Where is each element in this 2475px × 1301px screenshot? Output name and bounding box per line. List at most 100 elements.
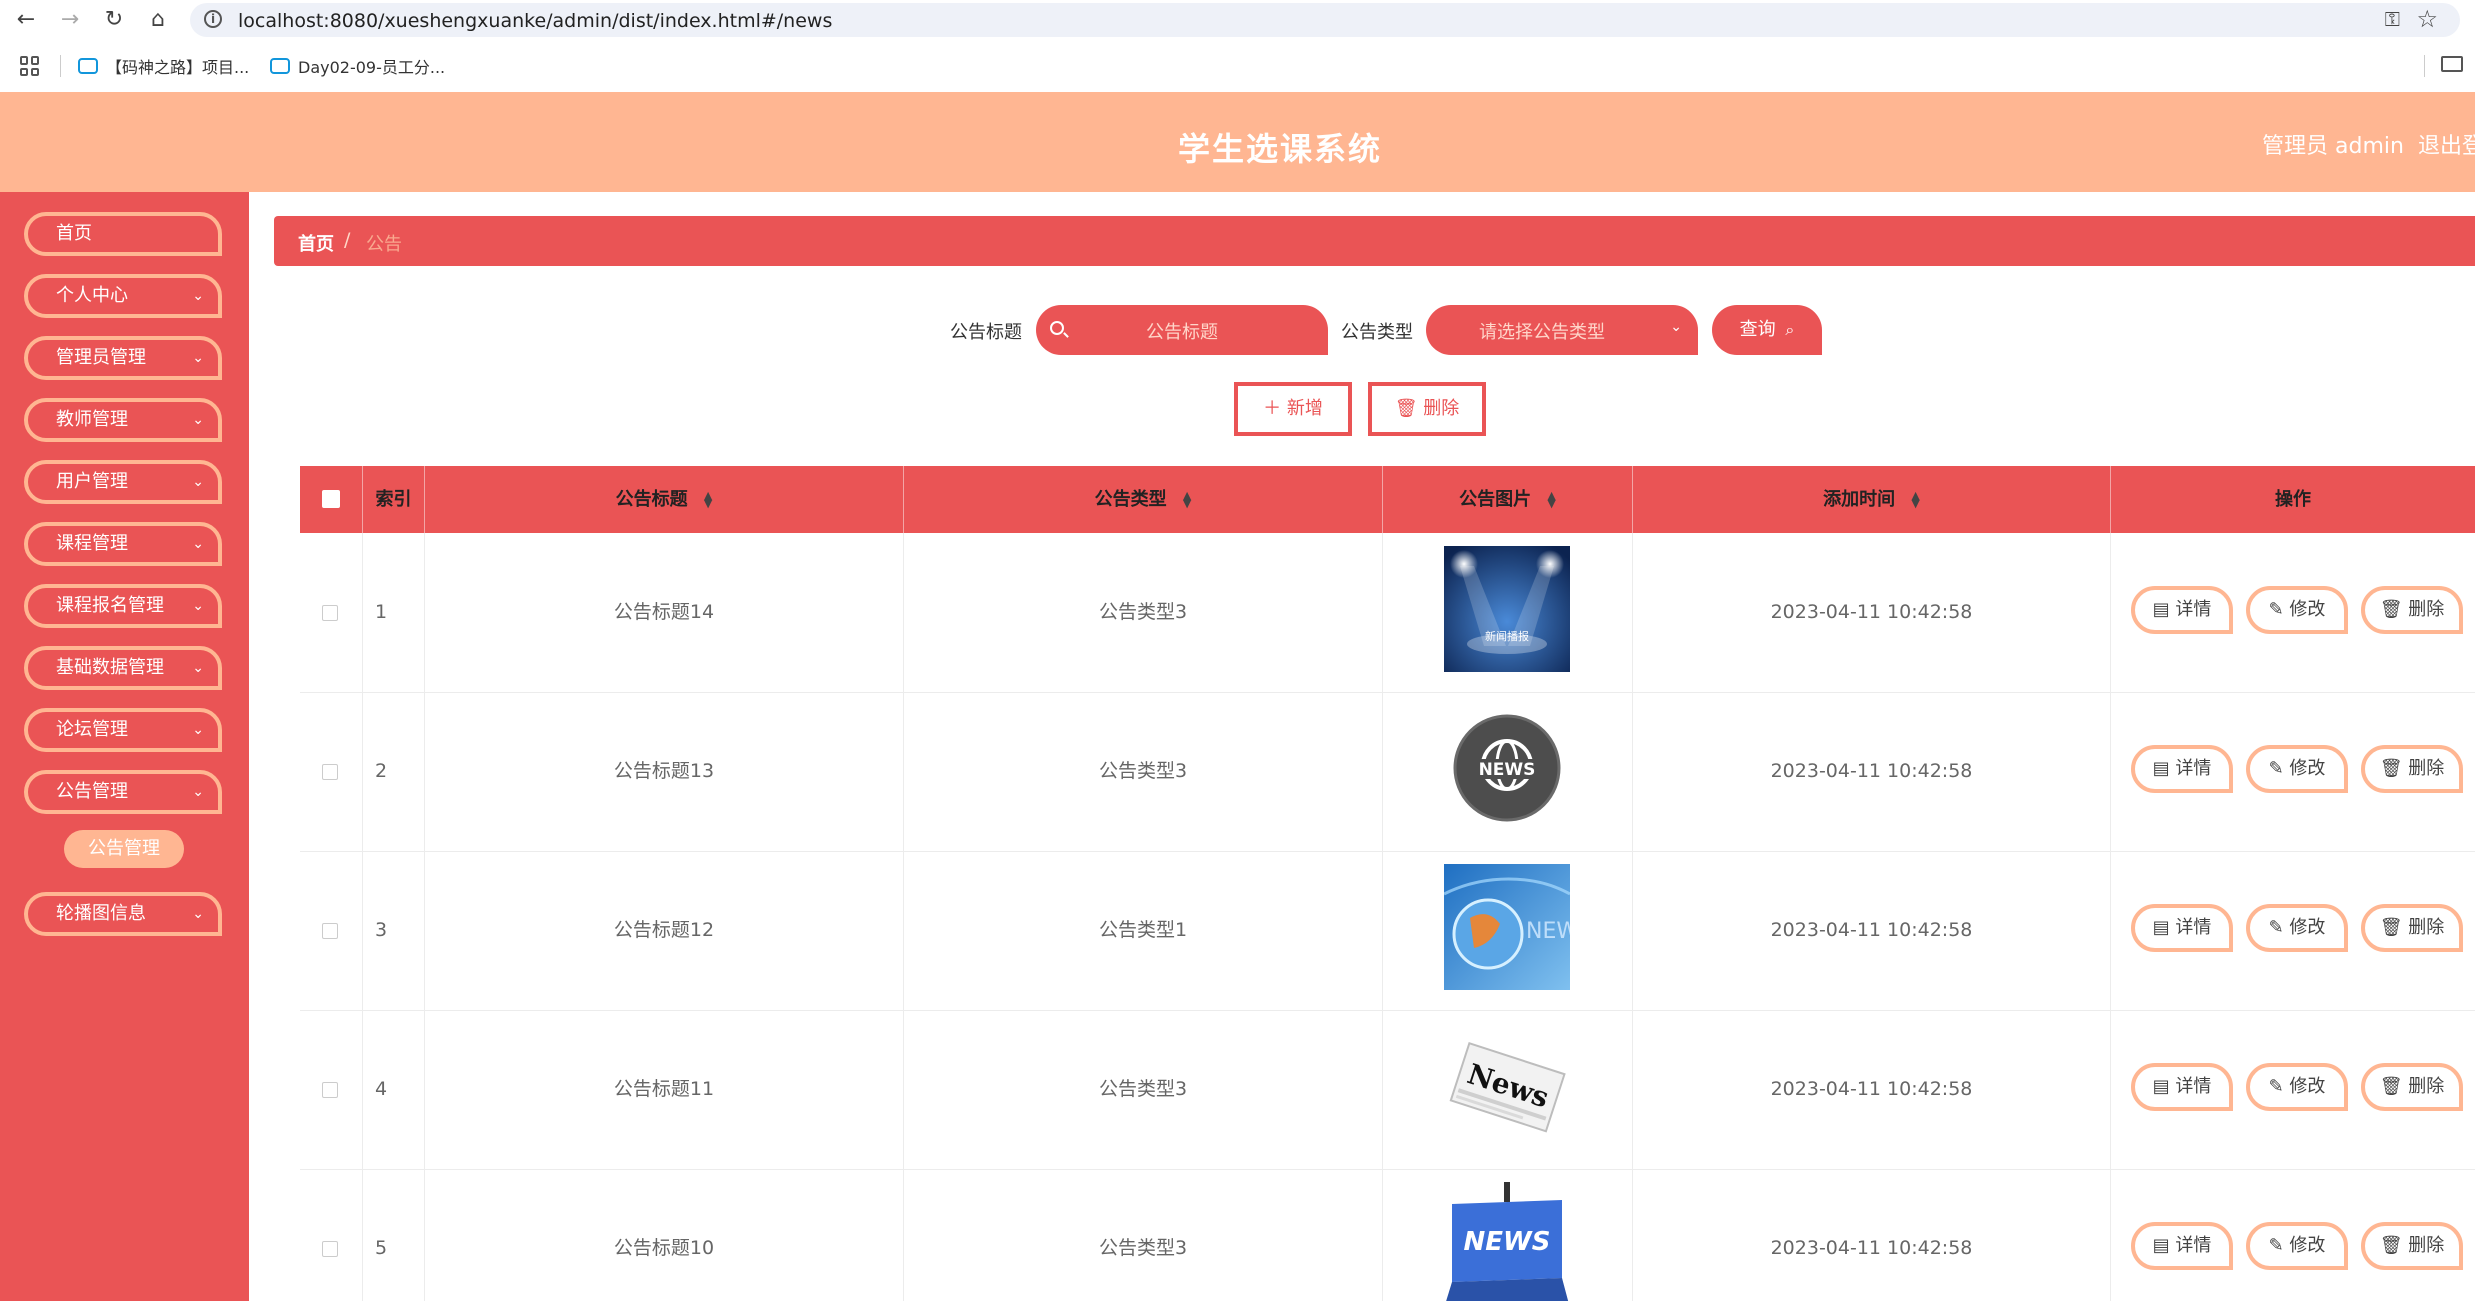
- image-caption: NEWS: [1479, 760, 1536, 780]
- sort-icon[interactable]: ▲ ▼: [704, 490, 712, 509]
- breadcrumb-home[interactable]: 首页: [298, 230, 334, 256]
- sidebar-item-courses[interactable]: 课程管理 ⌄: [24, 522, 222, 566]
- edit-button[interactable]: ✎ 修改: [2246, 1222, 2348, 1270]
- edit-icon: ✎: [2268, 1076, 2284, 1097]
- delete-button[interactable]: 🗑 删除: [2361, 1222, 2463, 1270]
- document-icon: ▤: [2152, 599, 2170, 620]
- edit-button[interactable]: ✎ 修改: [2246, 586, 2348, 634]
- sidebar-item-label: 课程管理: [56, 533, 128, 554]
- sidebar-item-teachers[interactable]: 教师管理 ⌄: [24, 398, 222, 442]
- sidebar-subitem-announcements[interactable]: 公告管理: [64, 830, 184, 868]
- detail-label: 详情: [2175, 1076, 2212, 1097]
- batch-delete-button[interactable]: 🗑 删除: [1368, 382, 1486, 436]
- site-info-icon[interactable]: i: [204, 10, 222, 28]
- column-header-label: 添加时间: [1823, 489, 1896, 510]
- column-header-label: 公告类型: [1094, 489, 1167, 510]
- sidebar-item-basic-data[interactable]: 基础数据管理 ⌄: [24, 646, 222, 690]
- apps-grid-icon[interactable]: [20, 56, 40, 76]
- detail-button[interactable]: ▤ 详情: [2131, 586, 2233, 634]
- sidebar-item-forum[interactable]: 论坛管理 ⌄: [24, 708, 222, 752]
- delete-button[interactable]: 🗑 删除: [2361, 904, 2463, 952]
- detail-button[interactable]: ▤ 详情: [2131, 1222, 2233, 1270]
- sidebar-item-admins[interactable]: 管理员管理 ⌄: [24, 336, 222, 380]
- reload-icon[interactable]: ↻: [100, 6, 128, 34]
- row-checkbox[interactable]: [322, 923, 338, 939]
- sidebar-item-label: 个人中心: [56, 285, 128, 306]
- index-cell: 5: [363, 1169, 425, 1301]
- type-cell: 公告类型3: [904, 692, 1383, 851]
- detail-button[interactable]: ▤ 详情: [2131, 1063, 2233, 1111]
- add-button[interactable]: ＋ 新增: [1234, 382, 1352, 436]
- edit-button[interactable]: ✎ 修改: [2246, 745, 2348, 793]
- back-icon[interactable]: ←: [12, 6, 40, 34]
- row-checkbox[interactable]: [322, 1241, 338, 1257]
- bookmark-star-icon[interactable]: ☆: [2416, 5, 2438, 33]
- edit-label: 修改: [2289, 1076, 2326, 1097]
- title-cell: 公告标题10: [425, 1169, 904, 1301]
- document-icon: ▤: [2152, 1235, 2170, 1256]
- row-checkbox[interactable]: [322, 764, 338, 780]
- sort-icon[interactable]: ▲ ▼: [1547, 490, 1555, 509]
- sort-icon[interactable]: ▲ ▼: [1183, 490, 1191, 509]
- edit-label: 修改: [2289, 917, 2326, 938]
- title-cell: 公告标题11: [425, 1010, 904, 1169]
- home-icon[interactable]: ⌂: [144, 6, 172, 34]
- row-checkbox[interactable]: [322, 605, 338, 621]
- address-bar[interactable]: i localhost:8080/xueshengxuanke/admin/di…: [190, 3, 2460, 37]
- select-all-checkbox[interactable]: [322, 490, 340, 508]
- breadcrumb-current: 公告: [366, 234, 402, 255]
- edit-button[interactable]: ✎ 修改: [2246, 904, 2348, 952]
- sort-icon[interactable]: ▲ ▼: [1911, 490, 1919, 509]
- bookmarks-divider: [60, 55, 61, 77]
- chevron-down-icon: ⌄: [192, 350, 204, 366]
- column-header-label: 索引: [375, 489, 412, 510]
- batch-delete-label: 删除: [1423, 398, 1460, 419]
- column-header-title[interactable]: 公告标题 ▲ ▼: [425, 466, 904, 533]
- sidebar-item-label: 首页: [56, 223, 92, 244]
- sidebar-item-announcements[interactable]: 公告管理 ⌄: [24, 770, 222, 814]
- sidebar-item-enrollment[interactable]: 课程报名管理 ⌄: [24, 584, 222, 628]
- sidebar-item-users[interactable]: 用户管理 ⌄: [24, 460, 222, 504]
- column-header-time[interactable]: 添加时间 ▲ ▼: [1633, 466, 2111, 533]
- select-all-cell: [300, 466, 363, 533]
- chevron-down-icon: ⌄: [192, 412, 204, 428]
- query-button[interactable]: 查询 ⌕: [1712, 305, 1822, 355]
- column-header-type[interactable]: 公告类型 ▲ ▼: [904, 466, 1383, 533]
- sidebar-item-label: 管理员管理: [56, 347, 146, 368]
- password-key-icon[interactable]: ⚿: [2385, 7, 2400, 31]
- column-header-image[interactable]: 公告图片 ▲ ▼: [1383, 466, 1633, 533]
- sidebar-item-home[interactable]: 首页: [24, 212, 222, 256]
- bookmark-item[interactable]: Day02-09-员工分...: [270, 54, 445, 78]
- logout-link[interactable]: 退出登录: [2418, 128, 2475, 160]
- delete-button[interactable]: 🗑 删除: [2361, 586, 2463, 634]
- sidebar-item-profile[interactable]: 个人中心 ⌄: [24, 274, 222, 318]
- detail-button[interactable]: ▤ 详情: [2131, 745, 2233, 793]
- bookmarks-bar: 【码神之路】项目... Day02-09-员工分...: [0, 40, 2475, 92]
- table-row: 3 公告标题12 公告类型1 NEWS 2023-04-11 10:42:58 …: [300, 851, 2475, 1011]
- sidebar-item-carousel[interactable]: 轮播图信息 ⌄: [24, 892, 222, 936]
- delete-button[interactable]: 🗑 删除: [2361, 745, 2463, 793]
- row-checkbox[interactable]: [322, 1082, 338, 1098]
- table-row: 2 公告标题13 公告类型3 NEWS 2023-04-11 10:42:58 …: [300, 692, 2475, 852]
- delete-button[interactable]: 🗑 删除: [2361, 1063, 2463, 1111]
- delete-label: 删除: [2408, 758, 2445, 779]
- sidebar-item-label: 课程报名管理: [56, 595, 164, 616]
- sidebar-item-label: 公告管理: [56, 781, 128, 802]
- bookmark-item[interactable]: 【码神之路】项目...: [78, 54, 249, 78]
- trash-icon: 🗑: [1394, 398, 1418, 419]
- url-text[interactable]: localhost:8080/xueshengxuanke/admin/dist…: [238, 10, 832, 32]
- type-select[interactable]: 请选择公告类型 ⌄: [1426, 305, 1698, 355]
- edit-button[interactable]: ✎ 修改: [2246, 1063, 2348, 1111]
- forward-icon[interactable]: →: [56, 6, 84, 34]
- chevron-down-icon: ⌄: [192, 598, 204, 614]
- index-cell: 4: [363, 1010, 425, 1169]
- search-icon: ⌕: [1785, 320, 1795, 339]
- delete-label: 删除: [2408, 1076, 2445, 1097]
- document-icon: ▤: [2152, 917, 2170, 938]
- chevron-down-icon: ⌄: [192, 536, 204, 552]
- chevron-down-icon: ⌄: [192, 288, 204, 304]
- title-search-input[interactable]: 公告标题: [1036, 305, 1328, 355]
- detail-button[interactable]: ▤ 详情: [2131, 904, 2233, 952]
- bookmarks-divider: [2424, 55, 2425, 77]
- folder-icon[interactable]: [2441, 56, 2463, 72]
